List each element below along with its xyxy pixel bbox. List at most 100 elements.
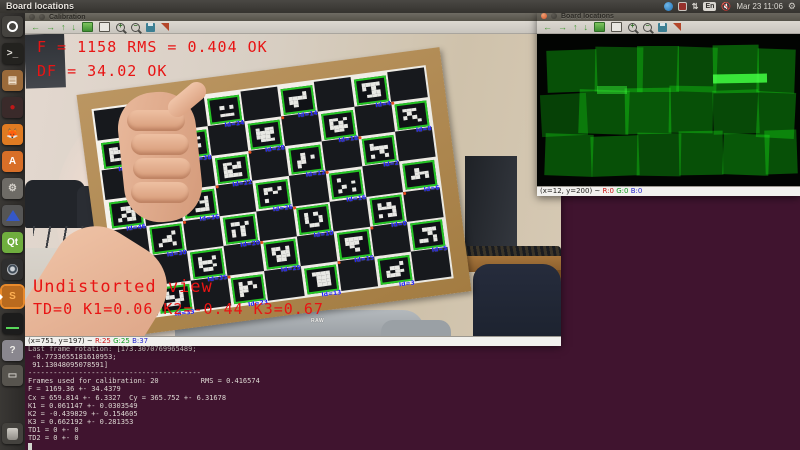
aruco-marker: Id=20 <box>223 214 258 244</box>
board-pose-quad <box>546 49 597 93</box>
network-icon[interactable]: ⇅ <box>692 2 699 11</box>
terminal-cursor <box>28 443 32 450</box>
finger <box>131 134 189 155</box>
aruco-marker: Id=2 <box>362 135 397 165</box>
launcher-item-qt-creator[interactable]: Qt <box>2 232 23 253</box>
launcher-item-cmake[interactable] <box>2 205 23 226</box>
terminal-line: K1 = 0.061147 +- 0.0303549 <box>28 402 260 410</box>
board-locations-view[interactable] <box>537 34 800 186</box>
calibration-titlebar[interactable]: Calibration <box>25 13 561 21</box>
close-icon[interactable] <box>29 14 35 20</box>
zoom-in-icon[interactable]: + <box>116 23 125 32</box>
terminal-line: -0.7733655181610953; <box>28 353 260 361</box>
up-arrow-icon[interactable]: ↑ <box>61 23 66 32</box>
board-pose-quad <box>637 133 682 177</box>
recorder-icon[interactable] <box>678 2 687 11</box>
session-gear-icon[interactable]: ⚙ <box>788 1 796 12</box>
calibration-window[interactable]: Calibration ←→↑↓+− Id=34Id=24Id=14Id=4Id… <box>25 13 561 345</box>
shirt-text: RAW <box>311 318 324 324</box>
zoom-in-icon[interactable]: + <box>628 23 637 32</box>
down-arrow-icon[interactable]: ↓ <box>584 23 589 32</box>
detected-corner-dot <box>403 191 406 194</box>
launcher-item-camera-app[interactable] <box>2 259 23 280</box>
board-pose-quad <box>590 135 639 177</box>
back-arrow-icon[interactable]: ← <box>31 23 40 32</box>
checker-white-cell: Id=5 <box>407 217 448 252</box>
minimize-icon[interactable] <box>551 13 557 19</box>
aruco-marker: Id=28 <box>248 120 283 150</box>
window-title: Board locations <box>561 13 614 20</box>
aruco-marker: Id=30 <box>150 224 185 254</box>
pixel-blue: B:37 <box>132 337 148 345</box>
back-arrow-icon[interactable]: ← <box>543 23 552 32</box>
fit-window-icon[interactable] <box>99 22 110 32</box>
launcher-item-unknown-app[interactable]: ? <box>2 340 23 361</box>
office-chair <box>473 264 561 336</box>
save-icon[interactable] <box>146 23 155 32</box>
launcher-item-dash-home[interactable] <box>2 16 23 37</box>
panel-app-title[interactable]: Board locations <box>6 1 74 11</box>
zoom-out-icon[interactable]: − <box>131 23 140 32</box>
terminal-line: ----------------------------------------… <box>28 369 260 377</box>
original-size-icon[interactable] <box>82 22 93 32</box>
aruco-marker: Id=35 <box>190 249 225 279</box>
keyboard-layout-indicator[interactable]: En <box>703 2 716 11</box>
launcher-item-system-monitor[interactable] <box>2 313 23 334</box>
aruco-marker: Id=0 <box>370 195 405 225</box>
board-pose-quad <box>578 89 630 135</box>
terminal-line: K3 = 0.662192 +- 0.281353 <box>28 418 260 426</box>
launcher-item-firefox[interactable]: 🦊 <box>2 124 23 145</box>
board-pose-quad <box>713 74 767 84</box>
calibration-toolbar: ← → ↑ ↓ +− <box>25 21 561 34</box>
launcher-item-mini-window-app[interactable]: ▭ <box>2 365 23 386</box>
aruco-marker: Id=8 <box>395 100 430 130</box>
zoom-out-icon[interactable]: − <box>643 23 652 32</box>
aruco-marker: Id=24 <box>207 94 242 124</box>
terminal-line: TD2 = 0 +- 0 <box>28 434 260 442</box>
launcher-item-trash[interactable] <box>2 423 23 444</box>
launcher-item-software-center[interactable]: A <box>2 151 23 172</box>
launcher-item-red-media-app[interactable]: ● <box>2 97 23 118</box>
terminal-line: Frames used for calibration: 20 RMS = 0.… <box>28 377 260 385</box>
checker-white-cell: Id=12 <box>285 142 326 177</box>
properties-icon[interactable] <box>161 23 169 31</box>
detected-corner-dot <box>227 275 230 278</box>
checker-white-cell: Id=14 <box>277 82 318 117</box>
camera-view[interactable]: Id=34Id=24Id=14Id=4Id=48Id=38Id=28Id=18I… <box>25 34 561 336</box>
up-arrow-icon[interactable]: ↑ <box>573 23 578 32</box>
aruco-marker: Id=14 <box>281 85 316 115</box>
original-size-icon[interactable] <box>594 22 605 32</box>
minimize-icon[interactable] <box>39 14 45 20</box>
aruco-marker: Id=3 <box>378 254 413 284</box>
aruco-marker: Id=12 <box>289 145 324 175</box>
close-icon[interactable] <box>541 13 547 19</box>
volume-icon[interactable]: 🔇 <box>721 2 731 11</box>
clock[interactable]: Mar 23 11:06 <box>736 2 783 11</box>
bluetooth-icon[interactable] <box>664 2 673 11</box>
fit-window-icon[interactable] <box>611 22 622 32</box>
launcher-item-system-settings[interactable]: ⚙ <box>2 178 23 199</box>
aruco-marker: Id=18 <box>321 110 356 140</box>
launcher-item-file-manager[interactable]: ▤ <box>2 70 23 91</box>
save-icon[interactable] <box>658 23 667 32</box>
launcher-item-sublime-text[interactable]: S <box>2 286 23 307</box>
checker-white-cell: Id=6 <box>399 157 440 192</box>
aruco-marker: Id=26 <box>256 179 291 209</box>
pixel-red: R:25 <box>95 337 111 345</box>
checker-white-cell: Id=2 <box>358 132 399 167</box>
board-locations-window[interactable]: Board locations ←→↑↓+− (x=12, y=200) ~ R… <box>537 11 800 196</box>
pixel-green: G:25 <box>113 337 130 345</box>
checker-black-cell <box>314 77 355 112</box>
terminal-line: TD1 = 0 +- 0 <box>28 426 260 434</box>
board-pose-quad <box>625 88 672 135</box>
launcher-item-terminal-app[interactable]: >_ <box>2 43 23 64</box>
properties-icon[interactable] <box>673 23 681 31</box>
forward-arrow-icon[interactable]: → <box>46 23 55 32</box>
terminal-line: Last frame rotation: [173.3070769965489; <box>28 345 260 353</box>
aruco-marker: Id=15 <box>337 229 372 259</box>
board-pose-quad <box>764 129 798 174</box>
detected-corner-dot <box>370 226 373 229</box>
down-arrow-icon[interactable]: ↓ <box>72 23 77 32</box>
forward-arrow-icon[interactable]: → <box>558 23 567 32</box>
checker-white-cell: Id=4 <box>351 72 392 107</box>
